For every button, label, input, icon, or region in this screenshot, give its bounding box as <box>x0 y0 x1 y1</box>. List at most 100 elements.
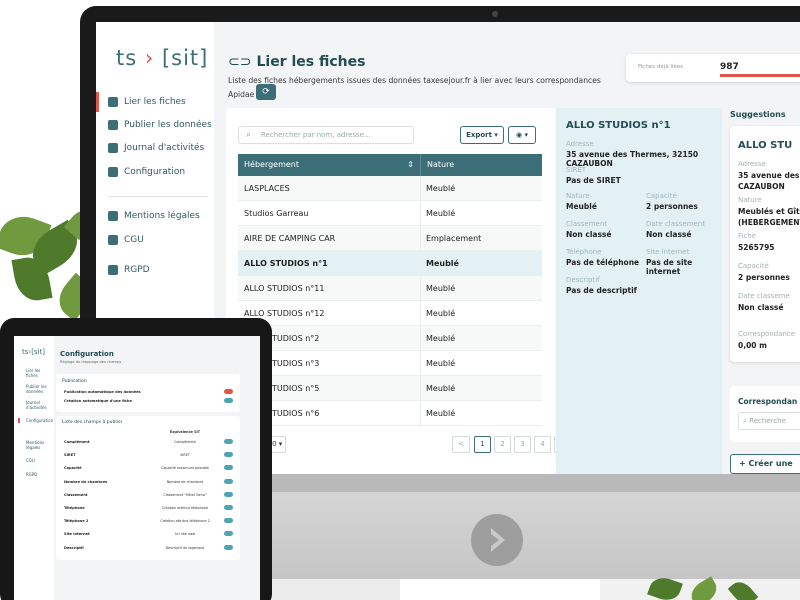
cell-divider <box>420 351 421 376</box>
tablet-nav-configuration[interactable]: Configuration <box>18 418 53 423</box>
sidebar-divider <box>108 196 208 197</box>
journal-icon <box>108 143 118 153</box>
suggestion-date-value: Non classé <box>738 303 784 312</box>
search-input[interactable]: ⌕ Rechercher par nom, adresse... <box>238 126 414 144</box>
tablet-field-equivalence[interactable]: Descriptif du logement <box>150 546 220 550</box>
detail-capacite-label: Capacité <box>646 192 677 200</box>
listing-panel: ⌕ Rechercher par nom, adresse... Export … <box>226 108 571 474</box>
rocket-icon <box>108 120 118 130</box>
tablet-field-name: SIRET <box>64 453 76 458</box>
detail-classement-label: Classement <box>566 220 608 228</box>
sync-icon: ⟳ <box>262 87 270 97</box>
page-4-button[interactable]: 4 <box>534 436 551 453</box>
column-header-hebergement[interactable]: Hébergement ⇕ <box>238 154 420 176</box>
detail-address-value: 35 avenue des Thermes, 32150 CAZAUBON <box>566 150 699 168</box>
tablet-field-equivalence[interactable]: Complément <box>150 440 220 444</box>
sidebar-item-rgpd[interactable]: RGPD <box>96 260 214 280</box>
sidebar-item-mentions[interactable]: Mentions légales <box>96 206 214 226</box>
sidebar-item-publier[interactable]: Publier les données <box>96 115 214 135</box>
stat-label: Fiches déjà liées <box>638 64 684 70</box>
page-1-button[interactable]: 1 <box>474 436 491 453</box>
sidebar-item-cgu[interactable]: CGU <box>96 230 214 250</box>
tablet-field-toggle[interactable] <box>224 491 233 497</box>
sync-button[interactable]: ⟳ <box>256 84 276 100</box>
tablet-screen: ts›[sit] Lier les fiches Publier les don… <box>14 336 260 600</box>
table-row[interactable]: ALLO STUDIOS n°5 Meublé <box>238 376 542 401</box>
page-2-button[interactable]: 2 <box>494 436 511 453</box>
tablet-nav-publier[interactable]: Publier les données <box>26 384 50 394</box>
table-row[interactable]: Studios Garreau Meublé <box>238 201 542 226</box>
table-row[interactable]: ALLO STUDIOS n°6 Meublé <box>238 401 542 426</box>
cell-nature: Meublé <box>426 209 456 218</box>
cell-divider <box>420 201 421 226</box>
table-row[interactable]: ALLO STUDIOS n°11 Meublé <box>238 276 542 301</box>
tablet-fields-title: Liste des champs à publier <box>62 420 123 425</box>
tablet-nav-cgu[interactable]: CGU <box>26 458 50 463</box>
sidebar-item-journal[interactable]: Journal d'activités <box>96 138 214 158</box>
cell-nature: Meublé <box>426 334 456 343</box>
tablet-pub-toggle-2[interactable] <box>224 398 233 403</box>
table-row[interactable]: LASPLACES Meublé <box>238 176 542 201</box>
table-row[interactable]: ALLO STUDIOS n°12 Meublé <box>238 301 542 326</box>
suggestion-fiche-label: Fiche <box>738 232 757 240</box>
prev-page-button[interactable]: < <box>452 436 470 453</box>
tablet-page-subtitle: Réglage du mappage des champs <box>60 360 122 364</box>
tablet-field-name: Nombre de chambres <box>64 479 108 484</box>
tablet-field-toggle[interactable] <box>224 465 233 471</box>
tablet-field-toggle[interactable] <box>224 518 233 524</box>
tablet-field-equivalence[interactable]: Nombre de chambres <box>150 480 220 484</box>
view-toggle-button[interactable]: ◉ ▾ <box>508 126 536 144</box>
tablet-field-equivalence[interactable]: Création attribut téléphone 2 <box>150 519 220 523</box>
table-row[interactable]: ALLO STUDIOS n°2 Meublé <box>238 326 542 351</box>
table-row[interactable]: ALLO STUDIOS n°3 Meublé <box>238 351 542 376</box>
column-header-nature[interactable]: Nature <box>420 154 542 176</box>
tablet-field-toggle[interactable] <box>224 544 233 550</box>
sort-icon[interactable]: ⇕ <box>407 154 414 176</box>
scale-icon <box>108 211 118 221</box>
correspondance-title: Correspondan <box>738 397 798 406</box>
tablet-field-equivalence[interactable]: Classement "Hôtel Tarno" <box>150 493 220 497</box>
detail-tel-value: Pas de téléphone <box>566 258 640 267</box>
detail-nature-value: Meublé <box>566 202 597 211</box>
page-3-button[interactable]: 3 <box>514 436 531 453</box>
tablet-field-toggle[interactable] <box>224 505 233 510</box>
tablet-field-equivalence[interactable]: Capacité maximum possible <box>150 466 220 470</box>
cell-nature: Meublé <box>426 309 456 318</box>
tablet-pub-toggle-1[interactable] <box>224 389 233 394</box>
tablet-field-toggle[interactable] <box>224 439 233 444</box>
detail-date-label: Date classement <box>646 220 705 228</box>
app-logo[interactable]: ts › [sit] <box>116 46 208 70</box>
gears-icon <box>108 167 118 177</box>
tablet-field-equivalence[interactable]: Url site web <box>150 532 220 536</box>
detail-tel-label: Téléphone <box>566 248 602 256</box>
cell-divider <box>420 176 421 201</box>
cell-divider <box>420 401 421 426</box>
sidebar-item-configuration[interactable]: Configuration <box>96 162 214 182</box>
tablet-field-equivalence[interactable]: SIRET <box>150 453 220 457</box>
tablet-nav-rgpd[interactable]: RGPD <box>26 472 50 477</box>
search-icon: ⌕ <box>246 130 252 140</box>
cell-hebergement: Studios Garreau <box>244 209 309 218</box>
tablet-nav-lier[interactable]: Lier les fiches <box>26 368 50 378</box>
export-button[interactable]: Export ▾ <box>460 126 504 144</box>
table-row[interactable]: ALLO STUDIOS n°1 Meublé <box>238 251 542 276</box>
table-row[interactable]: AIRE DE CAMPING CAR Emplacement <box>238 226 542 251</box>
suggestion-card[interactable]: ALLO STU Adresse 35 avenue des ThCAZAUBO… <box>730 126 800 362</box>
suggestion-capacite-value: 2 personnes <box>738 273 790 282</box>
camera-icon <box>492 11 498 17</box>
cell-nature: Emplacement <box>426 234 482 243</box>
sidebar-item-lier-les-fiches[interactable]: Lier les fiches <box>96 92 214 112</box>
cell-hebergement: AIRE DE CAMPING CAR <box>244 234 336 243</box>
tablet-publication-title: Publication <box>62 379 87 384</box>
tablet-field-equivalence[interactable]: Création attribut téléphone <box>150 506 220 510</box>
tablet-field-toggle[interactable] <box>224 531 233 537</box>
tablet-field-toggle[interactable] <box>224 478 233 484</box>
suggestion-title: ALLO STU <box>738 140 793 151</box>
page-title: ⊂⊃ Lier les fiches <box>228 54 366 70</box>
tablet-nav-journal[interactable]: Journal d'activités <box>26 400 50 410</box>
tablet-nav-mentions[interactable]: Mentions légales <box>26 440 50 450</box>
detail-panel: ALLO STUDIOS n°1 Adresse 35 avenue des T… <box>556 108 722 474</box>
tablet-field-toggle[interactable] <box>224 452 233 458</box>
create-button[interactable]: + Créer une <box>730 454 800 474</box>
correspondance-search-input[interactable]: ⌕ Recherche <box>738 412 800 430</box>
